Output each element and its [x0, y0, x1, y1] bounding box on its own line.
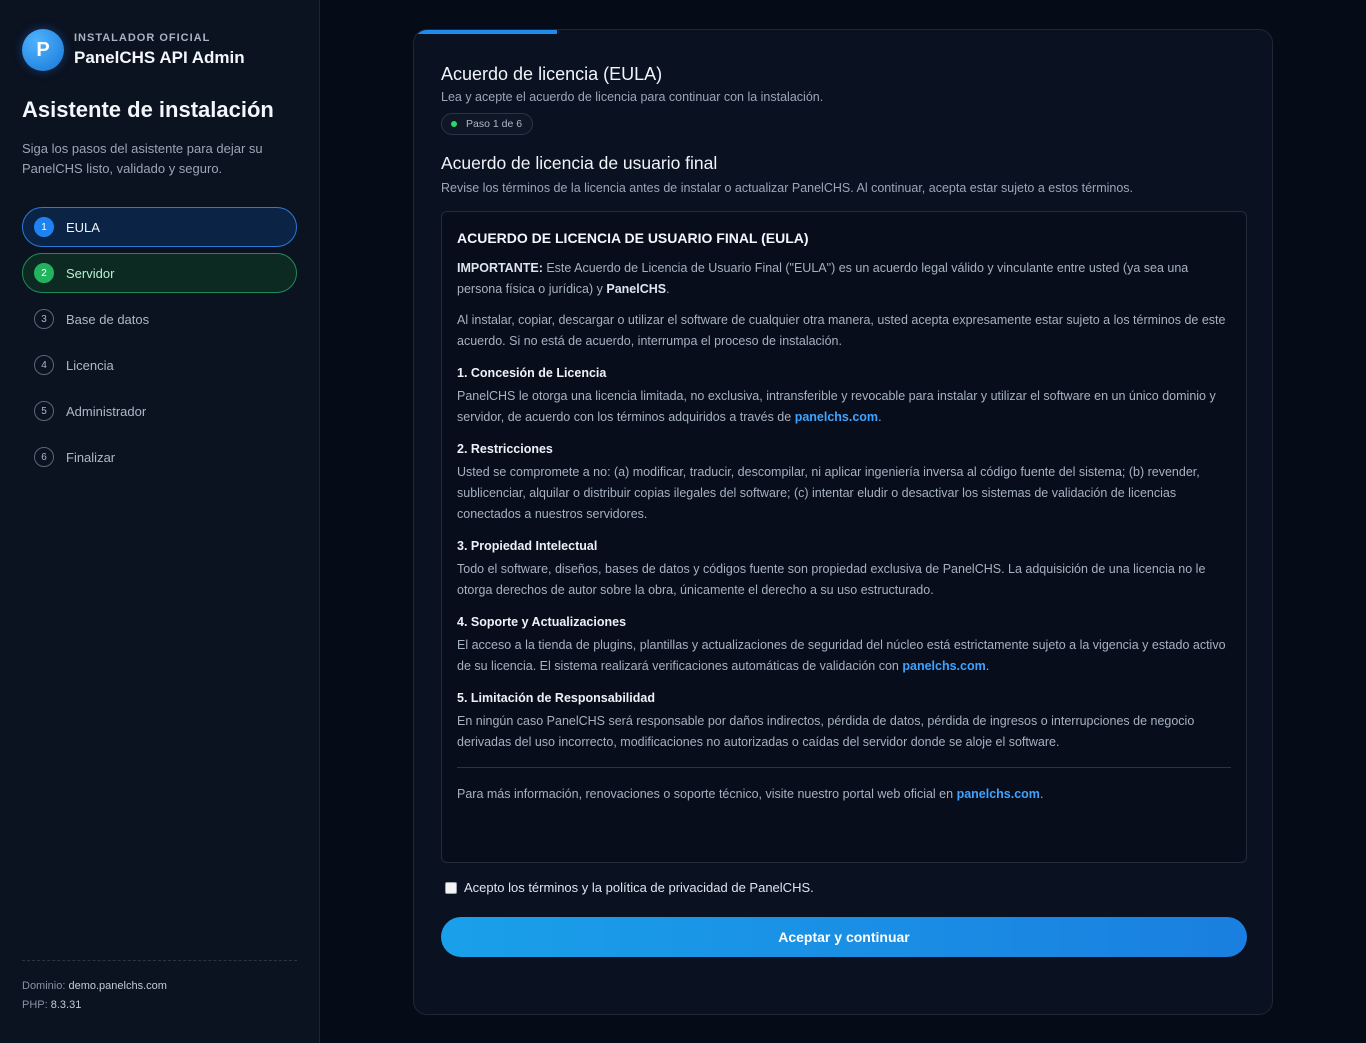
page-title: Acuerdo de licencia (EULA): [441, 64, 663, 84]
section-title: 3. Propiedad Intelectual: [457, 539, 598, 553]
section-title: 4. Soporte y Actualizaciones: [457, 615, 627, 629]
brand: P INSTALADOR OFICIAL PanelCHS API Admin: [22, 29, 245, 71]
accept-continue-button[interactable]: Aceptar y continuar: [441, 917, 1247, 957]
section-text: Usted se compromete a no: (a) modificar,…: [457, 465, 1200, 521]
sidebar-description: Siga los pasos del asistente para dejar …: [22, 141, 263, 176]
step-label: Finalizar: [66, 449, 116, 465]
step-number: 2: [34, 263, 54, 283]
period: .: [985, 659, 990, 673]
important-brand: PanelCHS: [606, 282, 667, 296]
step-item-finalizar[interactable]: 6 Finalizar: [22, 437, 297, 477]
step-label: Administrador: [66, 403, 147, 419]
step-badge-label: Paso 1 de 6: [466, 118, 523, 130]
panelchs-link[interactable]: panelchs.com: [957, 787, 1040, 801]
accept-terms-row[interactable]: Acepto los términos y la política de pri…: [445, 880, 814, 895]
sidebar-title: Asistente de instalación: [22, 97, 274, 122]
sidebar: P INSTALADOR OFICIAL PanelCHS API Admin …: [0, 0, 320, 1043]
brand-text: INSTALADOR OFICIAL PanelCHS API Admin: [74, 32, 245, 68]
brand-kicker: INSTALADOR OFICIAL: [74, 32, 211, 44]
eula-heading: Acuerdo de licencia de usuario final: [441, 153, 718, 173]
step-number: 3: [34, 309, 54, 329]
progress-bar: [414, 30, 557, 34]
eula-important: IMPORTANTE: Este Acuerdo de Licencia de …: [457, 258, 1231, 300]
eula-intro: Al instalar, copiar, descargar o utiliza…: [457, 313, 1226, 348]
step-item-licencia[interactable]: 4 Licencia: [22, 345, 297, 385]
important-label: IMPORTANTE:: [457, 261, 543, 275]
step-label: Licencia: [66, 357, 114, 373]
section-title: 1. Concesión de Licencia: [457, 366, 607, 380]
section-text: El acceso a la tienda de plugins, planti…: [457, 635, 1231, 677]
eula-subheading: Revise los términos de la licencia antes…: [441, 181, 1134, 195]
brand-name: PanelCHS API Admin: [74, 48, 245, 67]
php-row: PHP: 8.3.31: [22, 996, 167, 1015]
page-subtitle: Lea y acepte el acuerdo de licencia para…: [441, 90, 824, 104]
step-item-administrador[interactable]: 5 Administrador: [22, 391, 297, 431]
domain-value: demo.panelchs.com: [68, 980, 167, 992]
step-list: 1 EULA 2 Servidor 3 Base de datos 4 Lice…: [22, 207, 297, 483]
step-label: Base de datos: [66, 311, 150, 327]
step-item-eula[interactable]: 1 EULA: [22, 207, 297, 247]
panelchs-link[interactable]: panelchs.com: [795, 410, 878, 424]
step-number: 4: [34, 355, 54, 375]
step-label: EULA: [66, 219, 100, 235]
php-value: 8.3.31: [50, 999, 82, 1011]
eula-divider: [457, 767, 1231, 768]
important-text: Este Acuerdo de Licencia de Usuario Fina…: [457, 261, 1189, 296]
php-label: PHP:: [22, 999, 48, 1011]
step-number: 5: [34, 401, 54, 421]
eula-footer: Para más información, renovaciones o sop…: [457, 784, 1231, 805]
section-title: 5. Limitación de Responsabilidad: [457, 691, 655, 705]
step-item-base-de-datos[interactable]: 3 Base de datos: [22, 299, 297, 339]
section-text: Todo el software, diseños, bases de dato…: [457, 562, 1206, 597]
section-body: El acceso a la tienda de plugins, planti…: [457, 638, 1226, 673]
step-item-servidor[interactable]: 2 Servidor: [22, 253, 297, 293]
eula-title: ACUERDO DE LICENCIA DE USUARIO FINAL (EU…: [457, 230, 809, 246]
period: .: [1039, 787, 1044, 801]
panelchs-link[interactable]: panelchs.com: [902, 659, 985, 673]
eula-text-box[interactable]: ACUERDO DE LICENCIA DE USUARIO FINAL (EU…: [441, 211, 1247, 863]
step-badge: Paso 1 de 6: [441, 113, 534, 135]
status-dot-icon: [451, 121, 457, 127]
domain-row: Dominio: demo.panelchs.com: [22, 977, 167, 996]
step-number: 1: [34, 217, 54, 237]
section-text: PanelCHS le otorga una licencia limitada…: [457, 386, 1231, 428]
period: .: [666, 282, 670, 296]
brand-logo-icon: P: [22, 29, 64, 71]
installer-card: Acuerdo de licencia (EULA) Lea y acepte …: [413, 29, 1273, 1015]
period: .: [878, 410, 882, 424]
accept-terms-checkbox[interactable]: [445, 881, 457, 894]
step-label: Servidor: [66, 265, 115, 281]
section-text: En ningún caso PanelCHS será responsable…: [457, 714, 1195, 749]
accept-terms-label: Acepto los términos y la política de pri…: [464, 880, 814, 895]
section-title: 2. Restricciones: [457, 442, 553, 456]
step-number: 6: [34, 447, 54, 467]
footer-text: Para más información, renovaciones o sop…: [457, 787, 957, 801]
server-meta: Dominio: demo.panelchs.com PHP: 8.3.31: [22, 977, 167, 1015]
domain-label: Dominio:: [22, 980, 66, 992]
sidebar-divider: [22, 960, 297, 961]
